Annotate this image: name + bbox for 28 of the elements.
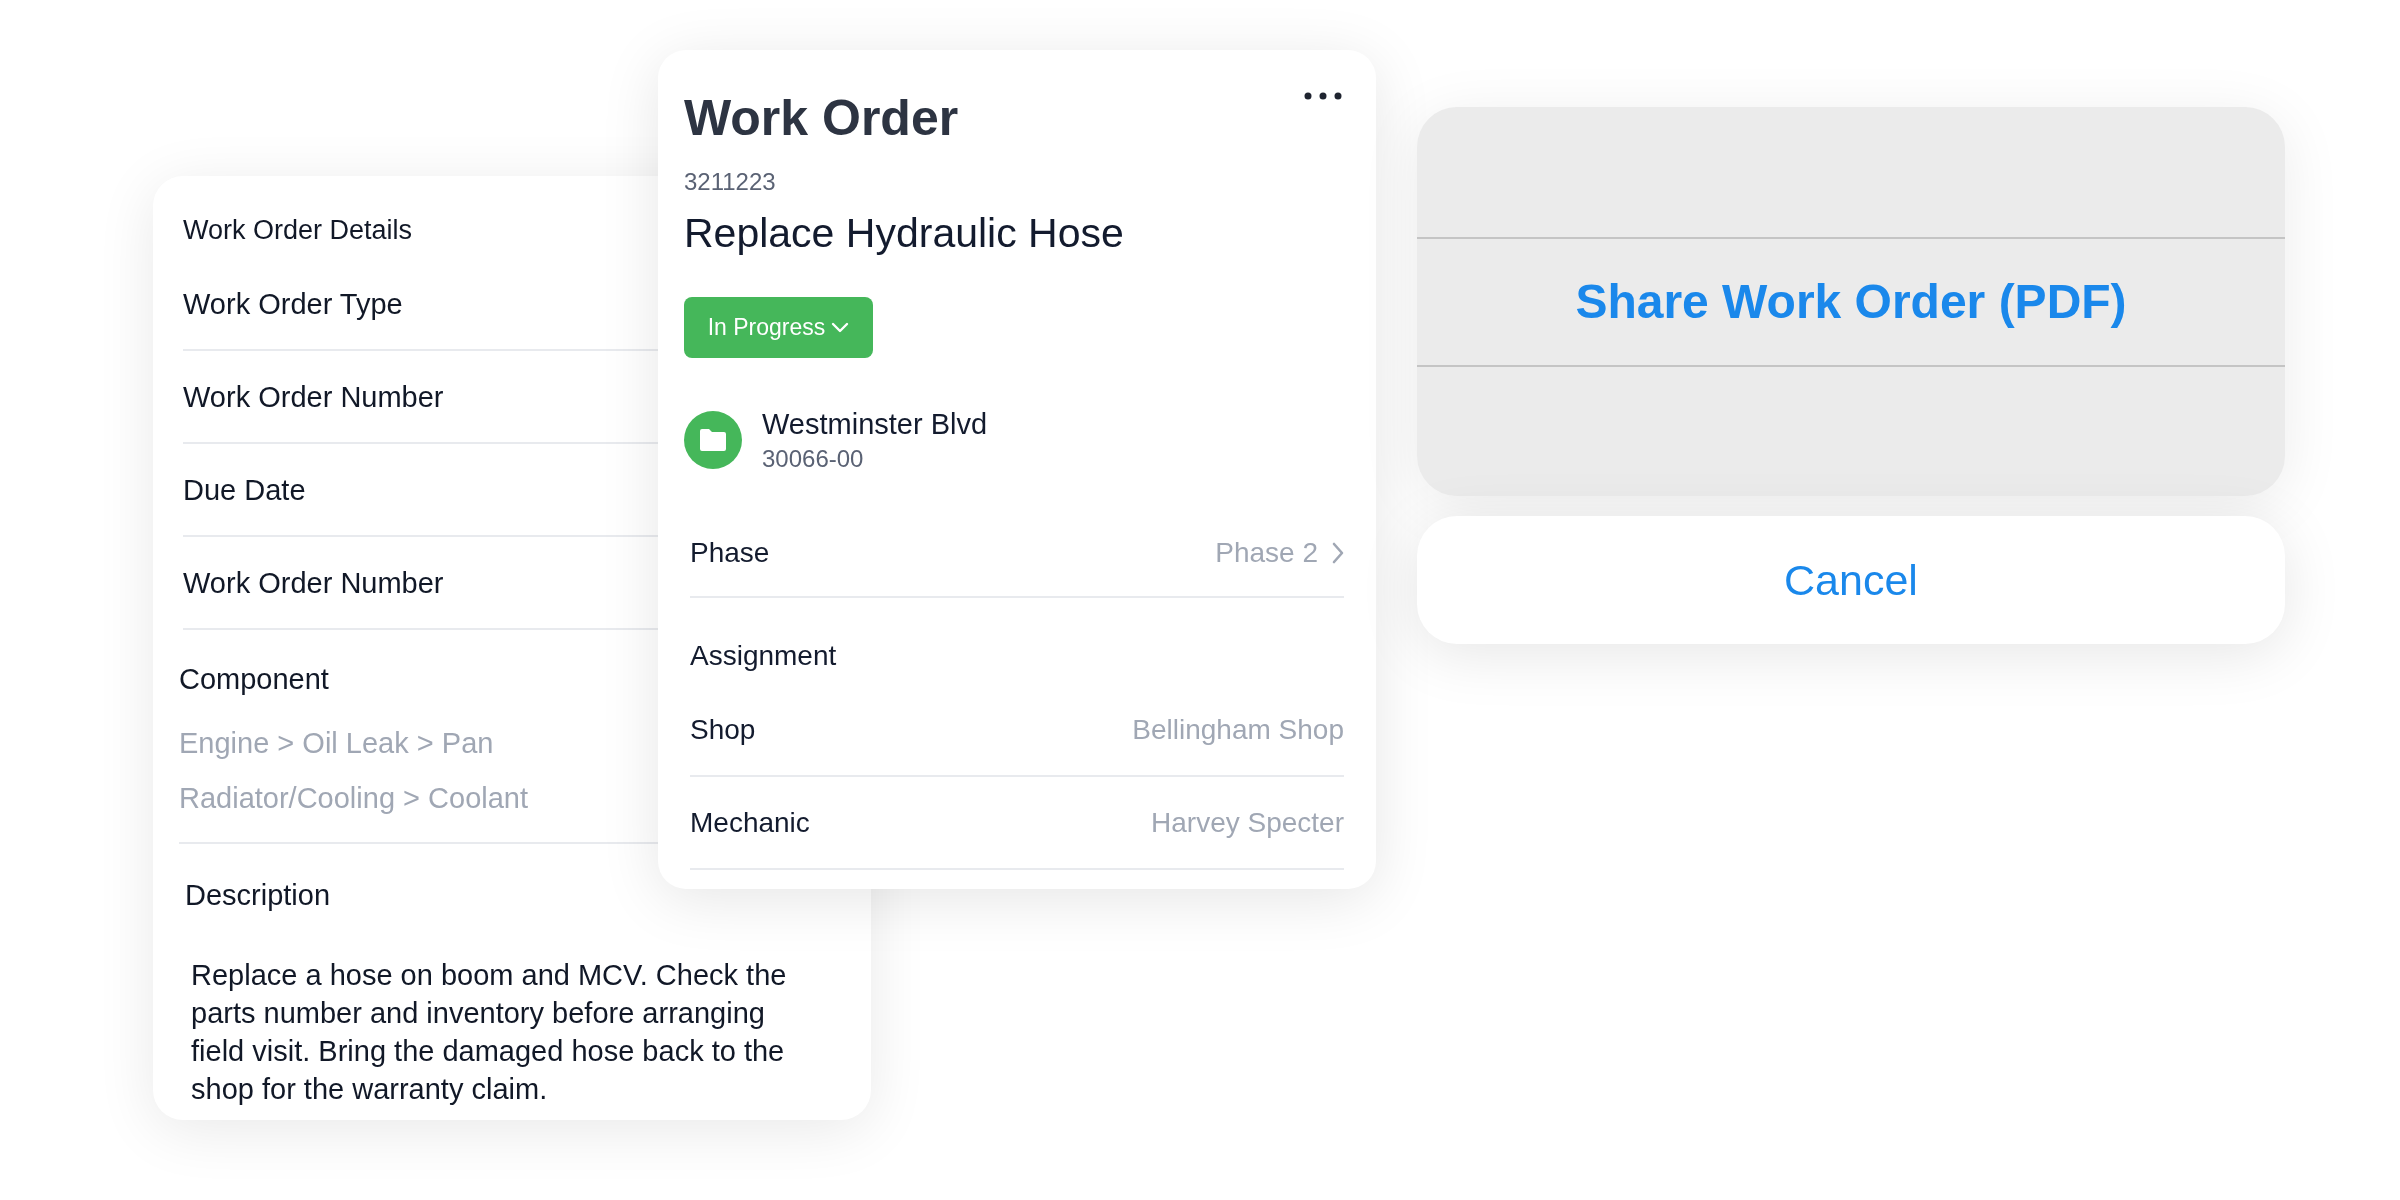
assignment-value: Bellingham Shop xyxy=(1132,714,1344,745)
field-label: Work Order Number xyxy=(183,567,444,598)
work-order-title: Replace Hydraulic Hose xyxy=(684,210,1124,256)
site-name: Westminster Blvd xyxy=(762,408,988,440)
field-label: Work Order Number xyxy=(183,381,444,412)
share-pdf-button[interactable]: Share Work Order (PDF) xyxy=(1417,237,2285,367)
component-path: Radiator/Cooling > Coolant xyxy=(179,783,529,813)
component-path: Engine > Oil Leak > Pan xyxy=(179,728,494,758)
phase-value[interactable]: Phase 2 xyxy=(1215,538,1318,568)
phase-label: Phase xyxy=(690,538,770,568)
component-label: Component xyxy=(179,664,329,694)
assignment-value: Harvey Specter xyxy=(1151,807,1344,838)
cancel-button[interactable]: Cancel xyxy=(1417,516,2285,644)
assignment-heading: Assignment xyxy=(690,641,837,671)
chevron-down-icon xyxy=(831,322,850,333)
field-label: Due Date xyxy=(183,474,306,505)
description-label: Description xyxy=(185,880,331,910)
status-dropdown[interactable]: In Progress xyxy=(684,297,873,358)
card-heading: Work Order xyxy=(684,90,959,146)
field-label: Work Order Type xyxy=(183,288,403,319)
folder-icon xyxy=(684,411,742,469)
more-icon[interactable] xyxy=(1304,92,1342,100)
assignment-label: Shop xyxy=(690,714,756,745)
work-order-number: 3211223 xyxy=(684,169,776,195)
assignment-label: Mechanic xyxy=(690,807,810,838)
site-code: 30066-00 xyxy=(762,446,864,472)
card-title: Work Order Details xyxy=(183,216,413,244)
description-text: Replace a hose on boom and MCV. Check the parts number and inventory before arranging field visit. Bring the damaged hose back to the shop for the warranty claim. xyxy=(191,958,788,1107)
